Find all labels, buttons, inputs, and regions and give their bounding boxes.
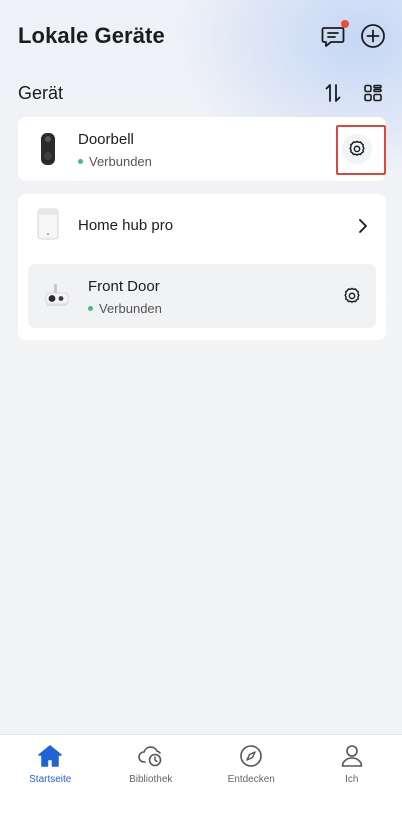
person-icon <box>341 745 363 767</box>
page-title: Lokale Geräte <box>18 23 165 48</box>
layout-toggle-button[interactable] <box>360 80 386 106</box>
hub-row[interactable]: Home hub pro <box>18 194 386 258</box>
messages-button[interactable] <box>320 20 349 49</box>
app-header: Lokale Geräte <box>18 20 386 50</box>
tab-label: Ich <box>345 774 359 785</box>
device-status: Verbunden <box>88 301 162 316</box>
tab-label: Bibliothek <box>129 774 173 785</box>
hub-name: Home hub pro <box>78 217 174 234</box>
doorbell-settings-button[interactable] <box>342 134 372 164</box>
compass-icon <box>240 745 263 767</box>
front-door-settings-button[interactable] <box>337 281 367 311</box>
chevron-right-icon <box>359 219 367 233</box>
device-card-doorbell[interactable]: Doorbell Verbunden <box>18 117 386 181</box>
bottom-tab-bar: Startseite Bibliothek Entdecken Ich <box>0 734 402 816</box>
home-hub-device-image <box>37 208 59 240</box>
camera-device-image <box>45 284 69 306</box>
grid-view-icon <box>364 84 382 102</box>
device-status-label: Verbunden <box>89 154 152 169</box>
gear-icon <box>344 287 360 303</box>
device-card-home-hub: Home hub pro Front Door Verbunden <box>18 194 386 340</box>
plus-circle-icon <box>361 24 385 48</box>
tab-label: Entdecken <box>227 774 275 785</box>
home-icon <box>38 745 62 767</box>
header-actions <box>320 20 386 49</box>
device-status-label: Verbunden <box>99 301 162 316</box>
sort-button[interactable] <box>320 80 346 106</box>
tab-bibliothek[interactable]: Bibliothek <box>101 735 202 816</box>
doorbell-info: Doorbell Verbunden <box>78 131 152 169</box>
add-device-button[interactable] <box>360 23 386 49</box>
section-actions <box>320 80 386 106</box>
tab-ich[interactable]: Ich <box>302 735 402 816</box>
connected-dot <box>88 306 93 311</box>
tab-label: Startseite <box>29 774 72 785</box>
tab-entdecken[interactable]: Entdecken <box>201 735 302 816</box>
gear-icon <box>349 140 365 156</box>
connected-dot <box>78 159 83 164</box>
front-door-info: Front Door Verbunden <box>88 278 162 316</box>
section-header: Gerät <box>18 80 386 106</box>
section-title: Gerät <box>18 82 64 103</box>
notification-badge <box>341 20 349 28</box>
device-name: Front Door <box>88 278 160 295</box>
device-status: Verbunden <box>78 154 152 169</box>
sort-icon <box>325 84 341 102</box>
cloud-clock-icon <box>138 746 162 767</box>
tab-startseite[interactable]: Startseite <box>0 735 101 816</box>
doorbell-device-image <box>41 133 55 165</box>
device-card-front-door[interactable]: Front Door Verbunden <box>28 264 376 328</box>
device-name: Doorbell <box>78 131 134 148</box>
